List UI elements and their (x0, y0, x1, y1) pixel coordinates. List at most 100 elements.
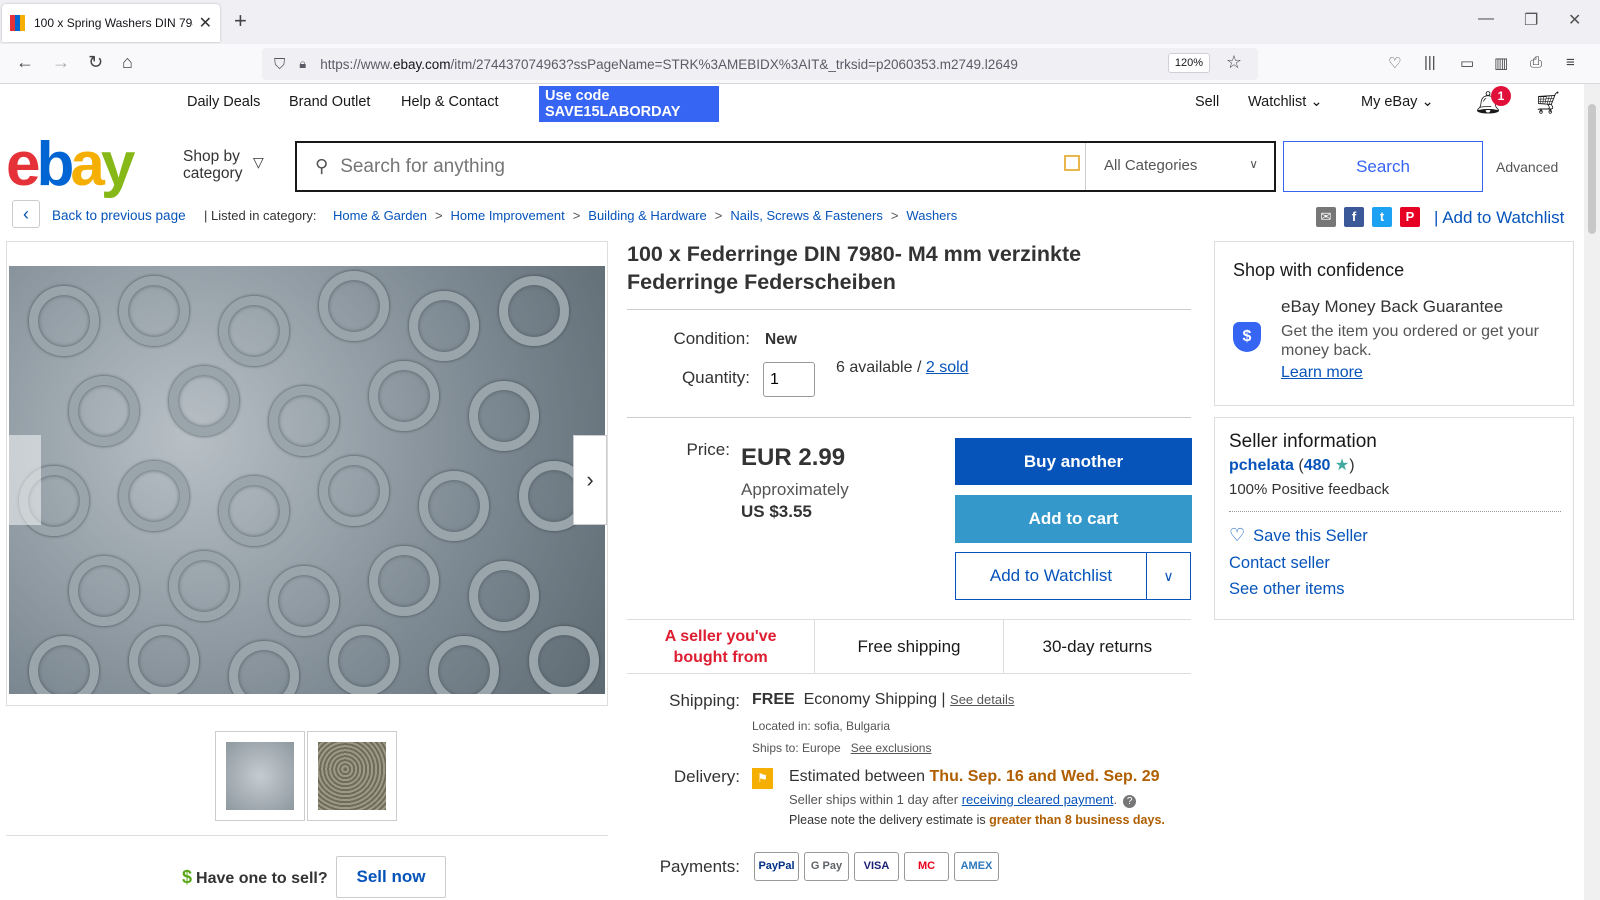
minimize-icon[interactable]: — (1478, 10, 1494, 28)
close-window-icon[interactable]: ✕ (1568, 10, 1581, 30)
washer-shape (319, 271, 389, 341)
learn-more-link[interactable]: Learn more (1281, 364, 1363, 382)
pocket-icon[interactable]: ♡ (1388, 54, 1401, 72)
washer-shape (129, 626, 199, 694)
search-input[interactable] (340, 155, 1041, 178)
breadcrumb-item[interactable]: Home Improvement (451, 208, 565, 223)
see-other-items-link[interactable]: See other items (1229, 580, 1345, 599)
back-to-previous-link[interactable]: Back to previous page (52, 208, 186, 223)
advanced-search-link[interactable]: Advanced (1496, 159, 1558, 175)
washer-shape (319, 456, 389, 526)
seller-score[interactable]: 480 (1304, 457, 1331, 474)
category-select[interactable]: All Categories ∨ (1085, 143, 1274, 190)
my-ebay-label: My eBay (1361, 94, 1418, 110)
zoom-level[interactable]: 120% (1167, 53, 1210, 73)
watchlist-dropdown-chevron-icon[interactable]: ∨ (1147, 553, 1190, 599)
menu-icon[interactable]: ≡ (1566, 54, 1575, 71)
reader-icon[interactable]: ▥ (1494, 54, 1508, 72)
dollar-icon: $ (182, 867, 193, 887)
url-domain: ebay.com (392, 56, 451, 72)
forward-arrow-icon[interactable]: → (52, 52, 70, 73)
search-button[interactable]: Search (1283, 141, 1483, 192)
tracking-shield-icon[interactable]: ⛉ (274, 56, 285, 73)
lock-icon[interactable]: 🔒︎ (299, 56, 306, 72)
breadcrumb-item[interactable]: Washers (906, 208, 957, 223)
buy-another-button[interactable]: Buy another (955, 438, 1192, 485)
quantity-input[interactable] (763, 362, 815, 397)
money-back-desc: Get the item you ordered or get your mon… (1281, 323, 1539, 359)
category-label: category (183, 165, 243, 182)
payment-method-icon: PayPal (754, 852, 799, 881)
save-seller-link[interactable]: ♡ Save this Seller (1229, 525, 1368, 546)
url-bar[interactable]: ⛉ 🔒︎ https://www. ebay.com/itm/2744370749… (262, 48, 1258, 80)
money-back-shield-icon: $ (1233, 322, 1261, 352)
see-exclusions-link[interactable]: See exclusions (851, 741, 932, 755)
reload-icon[interactable]: ↻ (88, 52, 103, 73)
sell-link[interactable]: Sell (1195, 94, 1219, 110)
thumbnail-1[interactable] (215, 731, 305, 821)
daily-deals-link[interactable]: Daily Deals (187, 94, 260, 110)
ships-to-value: Ships to: Europe (752, 741, 841, 755)
edit-icon[interactable] (1064, 155, 1080, 171)
back-chevron-icon[interactable]: ‹ (12, 200, 40, 228)
watchlist-menu[interactable]: Watchlist ⌄ (1248, 94, 1322, 110)
breadcrumb-separator: > (434, 208, 443, 223)
restore-icon[interactable]: ❐ (1524, 10, 1538, 30)
washer-shape (69, 376, 139, 446)
product-photo-spring-washers[interactable] (9, 266, 605, 694)
browser-tab[interactable]: 100 x Spring Washers DIN 7980 ✕ (2, 4, 220, 42)
ebay-logo[interactable]: ebay (6, 130, 135, 200)
close-tab-icon[interactable]: ✕ (199, 13, 212, 33)
delivery-dates: Thu. Sep. 16 and Wed. Sep. 29 (929, 768, 1160, 785)
previous-image-button[interactable] (7, 435, 41, 525)
bookmark-star-icon[interactable]: ☆ (1226, 52, 1242, 73)
have-one-label: Have one to sell? (196, 870, 328, 887)
scrollbar-thumb[interactable] (1588, 104, 1596, 234)
contact-seller-link[interactable]: Contact seller (1229, 554, 1330, 573)
brand-outlet-link[interactable]: Brand Outlet (289, 94, 370, 110)
seller-info-panel: Seller information pchelata (480 ★) 100%… (1214, 417, 1574, 620)
price-value: EUR 2.99 (741, 444, 846, 471)
chevron-down-icon: ⌄ (1421, 94, 1434, 110)
delivery-note: Please note the delivery estimate is gre… (789, 812, 1169, 828)
breadcrumb-item[interactable]: Nails, Screws & Fasteners (730, 208, 882, 223)
cart-icon[interactable]: 🛒︎ (1534, 90, 1562, 116)
sidebar-icon[interactable]: ▭ (1460, 54, 1474, 72)
library-icon[interactable]: ||| (1424, 54, 1436, 71)
twitter-share-icon[interactable]: t (1372, 207, 1392, 227)
seller-name-link[interactable]: pchelata (1229, 457, 1294, 474)
add-to-watchlist-button[interactable]: Add to Watchlist (956, 553, 1147, 599)
see-details-link[interactable]: See details (950, 692, 1014, 707)
chevron-down-icon: ⌄ (1310, 94, 1323, 110)
note-text: Please note the delivery estimate is (789, 813, 986, 827)
new-tab-icon[interactable]: + (234, 8, 247, 34)
thumbnail-2[interactable] (307, 731, 397, 821)
breadcrumb-item[interactable]: Building & Hardware (588, 208, 707, 223)
promo-line-1: Use code (545, 88, 610, 104)
add-to-cart-button[interactable]: Add to cart (955, 495, 1192, 543)
facebook-share-icon[interactable]: f (1344, 207, 1364, 227)
sold-count-link[interactable]: 2 sold (926, 359, 969, 376)
washer-shape (269, 566, 339, 636)
url-prefix: https://www. (320, 56, 393, 72)
email-share-icon[interactable]: ✉ (1316, 207, 1336, 227)
back-arrow-icon[interactable]: ← (16, 52, 34, 73)
approx-label: Approximately (741, 480, 849, 499)
help-contact-link[interactable]: Help & Contact (401, 94, 499, 110)
washer-shape (329, 626, 399, 694)
cleared-payment-link[interactable]: receiving cleared payment (962, 792, 1114, 807)
pinterest-share-icon[interactable]: P (1400, 207, 1420, 227)
home-icon[interactable]: ⌂ (122, 52, 133, 73)
my-ebay-menu[interactable]: My eBay ⌄ (1361, 94, 1434, 110)
listing-badges: A seller you've bought from Free shipping… (627, 619, 1191, 674)
quantity-label: Quantity: (681, 368, 750, 387)
help-icon[interactable]: ? (1123, 795, 1137, 808)
print-icon[interactable]: ⎙ (1530, 54, 1542, 71)
promo-banner[interactable]: Use code SAVE15LABORDAY (539, 86, 719, 122)
breadcrumb-item[interactable]: Home & Garden (333, 208, 427, 223)
next-image-chevron-icon[interactable]: › (573, 435, 607, 525)
sell-now-button[interactable]: Sell now (336, 856, 446, 898)
promo-code: SAVE15LABORDAY (545, 104, 681, 120)
add-to-watchlist-link[interactable]: | Add to Watchlist (1434, 208, 1564, 228)
shop-by-category-button[interactable]: Shop by category ▽ (183, 148, 264, 182)
